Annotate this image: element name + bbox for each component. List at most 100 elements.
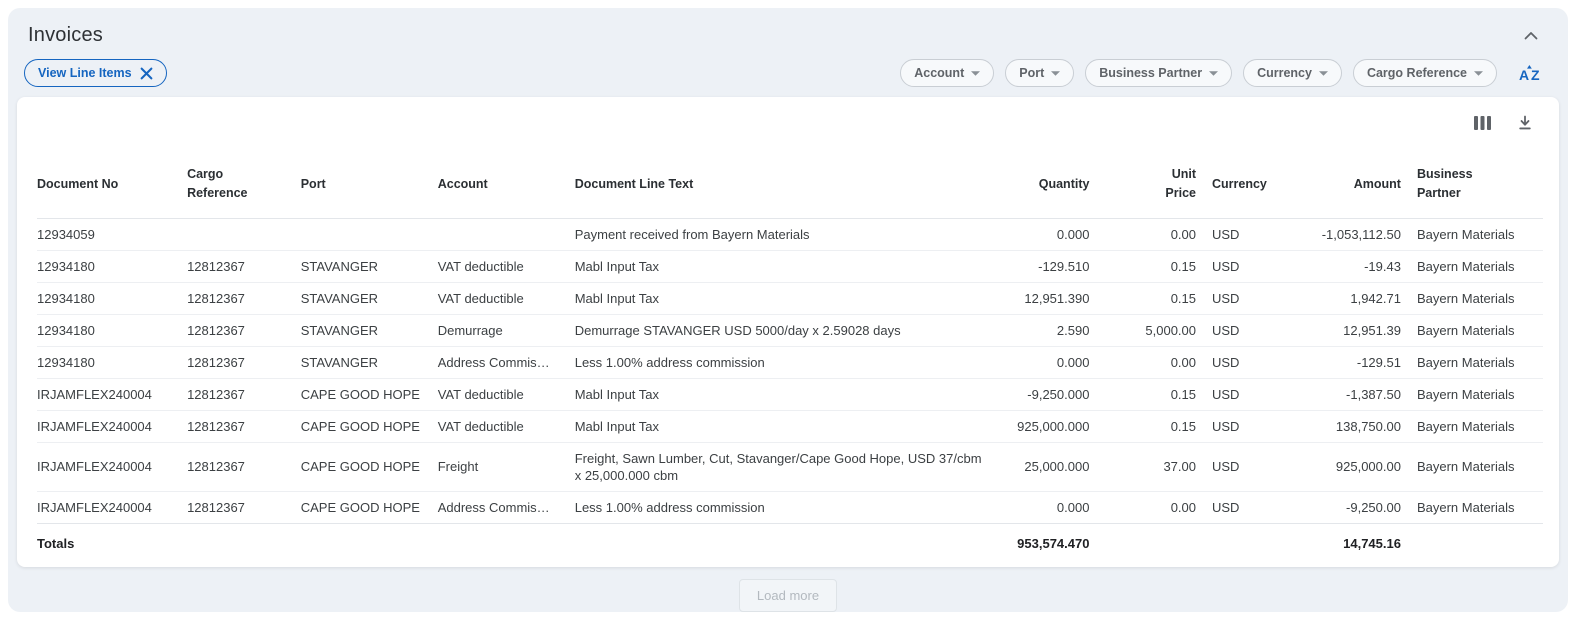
cell-business_partner: Bayern Materials (1409, 314, 1543, 346)
cell-quantity: 0.000 (993, 346, 1098, 378)
filter-currency[interactable]: Currency (1243, 59, 1342, 87)
cell-unit_price: 0.00 (1097, 218, 1204, 250)
table-tools (37, 105, 1543, 135)
cell-quantity: 0.000 (993, 218, 1098, 250)
table-row[interactable]: 1293418012812367STAVANGERAddress Commis…… (37, 346, 1543, 378)
invoices-panel: Invoices View Line Items Account Port Busi… (8, 8, 1568, 612)
cell-business_partner: Bayern Materials (1409, 250, 1543, 282)
cell-amount: -1,053,112.50 (1287, 218, 1409, 250)
table-row[interactable]: IRJAMFLEX24000412812367CAPE GOOD HOPEFre… (37, 442, 1543, 491)
cell-amount: 1,942.71 (1287, 282, 1409, 314)
cell-amount: -19.43 (1287, 250, 1409, 282)
cell-line_text: Payment received from Bayern Materials (567, 218, 993, 250)
cell-line_text: Less 1.00% address commission (567, 346, 993, 378)
totals-account (430, 523, 567, 565)
cell-currency: USD (1204, 491, 1287, 523)
filter-bar: Account Port Business Partner Currency Cargo… (900, 59, 1544, 87)
cell-currency: USD (1204, 250, 1287, 282)
cell-cargo_reference: 12812367 (179, 346, 293, 378)
cell-quantity: 12,951.390 (993, 282, 1098, 314)
filter-account[interactable]: Account (900, 59, 994, 87)
cell-port: CAPE GOOD HOPE (293, 491, 430, 523)
cell-cargo_reference: 12812367 (179, 410, 293, 442)
filter-port[interactable]: Port (1005, 59, 1074, 87)
column-header-quantity: Quantity (993, 139, 1098, 218)
cell-account: VAT deductible (430, 250, 567, 282)
cell-cargo_reference: 12812367 (179, 442, 293, 491)
table-row[interactable]: IRJAMFLEX24000412812367CAPE GOOD HOPEAdd… (37, 491, 1543, 523)
table-row[interactable]: IRJAMFLEX24000412812367CAPE GOOD HOPEVAT… (37, 378, 1543, 410)
table-header-row: Document NoCargo ReferencePortAccountDoc… (37, 139, 1543, 218)
cell-quantity: 925,000.000 (993, 410, 1098, 442)
cell-document_no: 12934180 (37, 314, 179, 346)
table-row[interactable]: 1293418012812367STAVANGERVAT deductibleM… (37, 250, 1543, 282)
cell-port: STAVANGER (293, 250, 430, 282)
cell-account: VAT deductible (430, 378, 567, 410)
cell-unit_price: 37.00 (1097, 442, 1204, 491)
table-row[interactable]: 1293418012812367STAVANGERVAT deductibleM… (37, 282, 1543, 314)
cell-account: Address Commis… (430, 491, 567, 523)
chevron-down-icon (1319, 71, 1328, 76)
filter-label: Currency (1257, 66, 1312, 80)
load-more-button[interactable]: Load more (739, 579, 837, 612)
filter-cargo-reference[interactable]: Cargo Reference (1353, 59, 1497, 87)
chevron-down-icon (971, 71, 980, 76)
close-icon[interactable] (140, 67, 153, 80)
cell-currency: USD (1204, 282, 1287, 314)
panel-header: Invoices (8, 8, 1568, 47)
filter-business-partner[interactable]: Business Partner (1085, 59, 1232, 87)
sort-az-icon[interactable]: A Z (1518, 64, 1544, 83)
download-icon[interactable] (1517, 115, 1533, 131)
collapse-panel-button[interactable] (1520, 24, 1542, 47)
totals-unit_price (1097, 523, 1204, 565)
cell-unit_price: 0.00 (1097, 346, 1204, 378)
cell-line_text: Mabl Input Tax (567, 410, 993, 442)
view-line-items-chip[interactable]: View Line Items (24, 59, 167, 87)
table-row[interactable]: IRJAMFLEX24000412812367CAPE GOOD HOPEVAT… (37, 410, 1543, 442)
column-header-line_text: Document Line Text (567, 139, 993, 218)
cell-business_partner: Bayern Materials (1409, 218, 1543, 250)
cell-quantity: -129.510 (993, 250, 1098, 282)
cell-line_text: Demurrage STAVANGER USD 5000/day x 2.590… (567, 314, 993, 346)
cell-document_no: IRJAMFLEX240004 (37, 491, 179, 523)
cell-document_no: IRJAMFLEX240004 (37, 378, 179, 410)
cell-account (430, 218, 567, 250)
cell-unit_price: 0.15 (1097, 410, 1204, 442)
column-header-unit_price: Unit Price (1097, 139, 1204, 218)
totals-row: Totals953,574.47014,745.16 (37, 523, 1543, 565)
cell-cargo_reference: 12812367 (179, 314, 293, 346)
table-row[interactable]: 1293418012812367STAVANGERDemurrageDemurr… (37, 314, 1543, 346)
cell-document_no: IRJAMFLEX240004 (37, 442, 179, 491)
columns-icon[interactable] (1474, 116, 1491, 130)
cell-quantity: -9,250.000 (993, 378, 1098, 410)
column-header-cargo_reference: Cargo Reference (179, 139, 293, 218)
cell-unit_price: 0.15 (1097, 378, 1204, 410)
filter-label: Business Partner (1099, 66, 1202, 80)
column-header-business_partner: Business Partner (1409, 139, 1543, 218)
cell-document_no: IRJAMFLEX240004 (37, 410, 179, 442)
svg-text:A: A (1519, 67, 1529, 83)
table-row[interactable]: 12934059 Payment received from Bayern Mat… (37, 218, 1543, 250)
cell-port: CAPE GOOD HOPE (293, 378, 430, 410)
cell-amount: 138,750.00 (1287, 410, 1409, 442)
cell-cargo_reference: 12812367 (179, 282, 293, 314)
cell-business_partner: Bayern Materials (1409, 346, 1543, 378)
cell-cargo_reference: 12812367 (179, 378, 293, 410)
chevron-down-icon (1209, 71, 1218, 76)
cell-amount: 925,000.00 (1287, 442, 1409, 491)
invoices-table-card: Document NoCargo ReferencePortAccountDoc… (17, 97, 1559, 567)
filter-label: Port (1019, 66, 1044, 80)
cell-unit_price: 0.15 (1097, 250, 1204, 282)
filter-label: Account (914, 66, 964, 80)
totals-label: Totals (37, 523, 179, 565)
totals-business_partner (1409, 523, 1543, 565)
cell-unit_price: 5,000.00 (1097, 314, 1204, 346)
cell-port: STAVANGER (293, 282, 430, 314)
cell-currency: USD (1204, 442, 1287, 491)
cell-currency: USD (1204, 346, 1287, 378)
cell-line_text: Mabl Input Tax (567, 378, 993, 410)
filter-label: Cargo Reference (1367, 66, 1467, 80)
cell-amount: -1,387.50 (1287, 378, 1409, 410)
cell-document_no: 12934059 (37, 218, 179, 250)
cell-line_text: Mabl Input Tax (567, 250, 993, 282)
